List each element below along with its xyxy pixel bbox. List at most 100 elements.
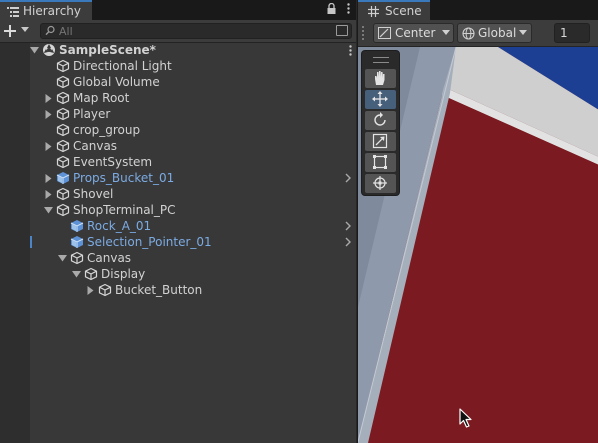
rect-tool-button[interactable] [365,153,396,172]
hierarchy-item[interactable]: ShopTerminal_PC [0,202,356,218]
chevron-down-icon [519,29,527,38]
transform-tool-icon [373,176,387,190]
hierarchy-item-label: Player [73,107,111,121]
hierarchy-tab[interactable]: Hierarchy [0,0,92,20]
grid-snap-field[interactable]: 1 [554,23,590,43]
hierarchy-tab-label: Hierarchy [23,4,82,18]
lock-icon[interactable] [327,2,340,17]
pivot-center-icon [378,27,391,42]
scale-tool-icon [372,133,388,149]
hierarchy-item[interactable]: crop_group [0,122,356,138]
hierarchy-item[interactable]: Props_Bucket_01 [0,170,356,186]
expand-arrow-down-icon[interactable] [30,44,39,58]
hierarchy-item[interactable]: EventSystem [0,154,356,170]
rotate-tool-icon [374,112,386,126]
gameobject-cube-icon [56,91,70,105]
scene-tab-label: Scene [385,4,422,18]
hierarchy-item-label: ShopTerminal_PC [73,203,176,217]
hierarchy-item-label: Canvas [73,139,118,153]
hierarchy-item-label: EventSystem [73,155,153,169]
hierarchy-item-label: crop_group [73,123,141,137]
pivot-mode-label: Center [395,26,436,40]
scale-tool-button[interactable] [365,132,396,151]
expand-arrow-right-icon[interactable] [44,188,53,202]
search-input[interactable] [59,24,329,38]
gameobject-cube-icon [56,123,70,137]
tools-drag-handle[interactable] [373,57,389,63]
hand-tool-icon [375,71,385,85]
gameobject-cube-icon [70,251,84,265]
grid-hash-icon [368,3,379,20]
hierarchy-item-label: Display [101,267,146,281]
mouse-cursor-icon [459,408,472,428]
pivot-rotation-dropdown[interactable]: Global [457,23,532,43]
hierarchy-item[interactable]: SampleScene* [0,42,356,58]
scene-panel: Scene Center Global 1 [357,0,598,443]
hierarchy-item-label: Rock_A_01 [87,219,152,233]
search-field[interactable] [40,23,352,39]
expand-arrow-down-icon[interactable] [44,204,53,218]
open-prefab-chevron-icon[interactable] [345,235,351,250]
hierarchy-item-label: Global Volume [73,75,160,89]
pivot-mode-dropdown[interactable]: Center [373,23,454,43]
hierarchy-list-icon [7,6,19,20]
rotate-tool-button[interactable] [365,111,396,130]
hierarchy-item-label: Bucket_Button [115,283,203,297]
hierarchy-toolbar [0,20,356,43]
plus-icon[interactable] [4,21,16,41]
more-vertical-icon[interactable] [347,3,350,17]
gameobject-cube-icon [56,155,70,169]
gameobject-cube-icon [56,187,70,201]
expand-arrow-right-icon[interactable] [44,108,53,122]
globe-icon [462,27,475,43]
hierarchy-item-label: Selection_Pointer_01 [87,235,212,249]
scene-tab-bar: Scene [358,0,598,20]
expand-arrow-down-icon[interactable] [72,268,81,282]
pivot-rotation-label: Global [478,26,517,40]
hierarchy-item[interactable]: Global Volume [0,74,356,90]
open-prefab-chevron-icon[interactable] [345,219,351,234]
hierarchy-item-label: SampleScene* [59,43,156,57]
hierarchy-item-label: Shovel [73,187,114,201]
hierarchy-item[interactable]: Selection_Pointer_01 [0,234,356,250]
scene-tools-overlay [361,50,400,196]
transform-tool-button[interactable] [365,174,396,193]
expand-arrow-down-icon[interactable] [58,252,67,266]
gameobject-cube-icon [56,75,70,89]
search-icon [45,25,56,39]
hierarchy-item[interactable]: Bucket_Button [0,282,356,298]
hand-tool-button[interactable] [365,69,396,88]
toolbar-grip-icon[interactable] [362,26,370,40]
scene-tab[interactable]: Scene [358,0,430,20]
gameobject-cube-icon [56,139,70,153]
hierarchy-item[interactable]: Display [0,266,356,282]
hierarchy-item[interactable]: Map Root [0,90,356,106]
scene-more-icon[interactable] [349,42,352,59]
gameobject-cube-icon [56,107,70,121]
hierarchy-item[interactable]: Canvas [0,138,356,154]
prefab-cube-icon [70,219,84,233]
scene-toolbar: Center Global 1 [358,20,598,47]
hierarchy-tab-bar: Hierarchy [0,0,356,20]
expand-arrow-right-icon[interactable] [44,172,53,186]
expand-arrow-right-icon[interactable] [44,140,53,154]
move-tool-button[interactable] [365,90,396,109]
gameobject-cube-icon [56,59,70,73]
hierarchy-item[interactable]: Canvas [0,250,356,266]
open-prefab-chevron-icon[interactable] [345,171,351,186]
unity-scene-icon [42,43,56,57]
prefab-cube-icon [56,171,70,185]
chevron-down-icon[interactable] [21,24,29,35]
hierarchy-item[interactable]: Rock_A_01 [0,218,356,234]
gameobject-cube-icon [56,203,70,217]
expand-arrow-right-icon[interactable] [44,92,53,106]
hierarchy-item[interactable]: Directional Light [0,58,356,74]
expand-arrow-right-icon[interactable] [86,284,95,298]
search-filter-icon[interactable] [336,25,348,36]
move-tool-icon [372,91,388,107]
hierarchy-item[interactable]: Player [0,106,356,122]
hierarchy-item[interactable]: Shovel [0,186,356,202]
scene-viewport[interactable] [358,47,598,443]
hierarchy-panel: Hierarchy SampleScene*Directional Ligh [0,0,356,443]
hierarchy-header-icons [319,2,351,17]
